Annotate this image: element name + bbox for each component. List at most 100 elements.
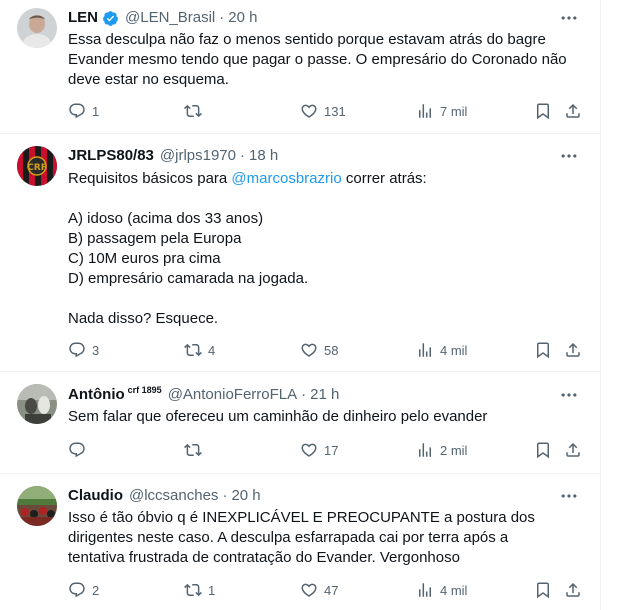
display-name-suffix: crf 1895 <box>127 385 162 395</box>
views-button[interactable]: 4 mil <box>416 340 467 360</box>
timeline: LEN @LEN_Brasil · 20 h Essa desculpa não… <box>0 0 601 610</box>
separator-dot: · <box>219 9 225 26</box>
views-button[interactable]: 2 mil <box>416 440 467 460</box>
share-button[interactable] <box>564 580 582 600</box>
views-button[interactable]: 7 mil <box>416 101 467 121</box>
view-count: 7 mil <box>440 103 468 119</box>
share-button[interactable] <box>564 440 582 460</box>
tweet-reply[interactable]: LEN @LEN_Brasil · 20 h Essa desculpa não… <box>0 0 601 134</box>
retweet-button[interactable]: 1 <box>184 580 215 600</box>
share-button[interactable] <box>564 340 582 360</box>
views-icon <box>416 102 434 120</box>
mention-link[interactable]: @marcosbrazrio <box>231 170 341 187</box>
timestamp[interactable]: 21 h <box>310 385 339 405</box>
display-name[interactable]: Claudio <box>68 486 123 506</box>
tweet-text: Essa desculpa não faz o menos sentido po… <box>68 31 567 88</box>
like-button[interactable]: 131 <box>300 101 346 121</box>
user-handle[interactable]: @jrlps1970 <box>160 146 236 166</box>
like-count: 58 <box>324 342 339 358</box>
avatar[interactable]: CRF <box>17 146 57 186</box>
avatar[interactable] <box>17 384 57 424</box>
like-button[interactable]: 17 <box>300 440 338 460</box>
display-name[interactable]: JRLPS80/83 <box>68 146 154 166</box>
avatar[interactable] <box>17 8 57 48</box>
reply-count: 3 <box>92 342 100 358</box>
verified-badge-icon[interactable] <box>102 10 119 27</box>
bookmark-button[interactable] <box>534 340 552 360</box>
retweet-count: 1 <box>208 582 216 598</box>
timestamp[interactable]: 18 h <box>249 146 278 166</box>
tweet-text: Isso é tão óbvio q é INEXPLICÁVEL E PREO… <box>68 509 535 566</box>
user-handle[interactable]: @AntonioFerroFLA <box>168 385 297 405</box>
bookmark-button[interactable] <box>534 101 552 121</box>
retweet-button[interactable] <box>184 440 208 460</box>
reply-button[interactable]: 1 <box>68 101 99 121</box>
retweet-button[interactable] <box>184 101 208 121</box>
timestamp[interactable]: 20 h <box>228 8 257 28</box>
action-bar: 3 4 58 4 mil <box>68 340 588 360</box>
like-button[interactable]: 47 <box>300 580 338 600</box>
text-prefix: Requisitos básicos para <box>68 170 232 187</box>
bookmark-button[interactable] <box>534 580 552 600</box>
action-bar: 17 2 mil <box>68 440 588 460</box>
view-count: 4 mil <box>440 342 468 358</box>
share-icon <box>564 441 582 459</box>
retweet-icon <box>184 341 202 359</box>
reply-button[interactable]: 3 <box>68 340 99 360</box>
action-bar: 2 1 47 4 mil <box>68 580 588 600</box>
bookmark-button[interactable] <box>534 440 552 460</box>
tweet-reply[interactable]: CRF JRLPS80/83 @jrlps1970 · 18 h Requisi… <box>0 134 601 372</box>
more-icon[interactable] <box>559 385 579 405</box>
share-icon <box>564 102 582 120</box>
reply-count: 1 <box>92 103 100 119</box>
like-icon <box>300 441 318 459</box>
display-name[interactable]: Antônio <box>68 385 125 405</box>
avatar-photo <box>17 384 57 424</box>
more-icon[interactable] <box>559 146 579 166</box>
bookmark-icon <box>534 581 552 599</box>
views-button[interactable]: 4 mil <box>416 580 467 600</box>
reply-button[interactable]: 2 <box>68 580 99 600</box>
share-icon <box>564 581 582 599</box>
tweet-reply[interactable]: Antônio crf 1895 @AntonioFerroFLA · 21 h… <box>0 372 601 474</box>
timestamp[interactable]: 20 h <box>231 486 260 506</box>
display-name[interactable]: LEN <box>68 8 98 28</box>
reply-button[interactable] <box>68 440 92 460</box>
bookmark-icon <box>534 102 552 120</box>
user-handle[interactable]: @LEN_Brasil <box>125 8 215 28</box>
tweet-text: Requisitos básicos para @marcosbrazrio c… <box>68 169 588 329</box>
like-button[interactable]: 58 <box>300 340 338 360</box>
like-count: 47 <box>324 582 339 598</box>
separator-dot: · <box>301 386 307 403</box>
tweet-reply[interactable]: Claudio @lccsanches · 20 h Isso é tão ób… <box>0 474 601 610</box>
view-count: 2 mil <box>440 442 468 458</box>
bookmark-icon <box>534 441 552 459</box>
view-count: 4 mil <box>440 582 468 598</box>
svg-text:CRF: CRF <box>27 163 47 173</box>
retweet-icon <box>184 581 202 599</box>
user-handle[interactable]: @lccsanches <box>129 486 218 506</box>
retweet-count: 4 <box>208 342 216 358</box>
action-bar: 1 131 7 mil <box>68 101 588 121</box>
like-icon <box>300 102 318 120</box>
avatar-photo <box>17 8 57 48</box>
retweet-icon <box>184 441 202 459</box>
views-icon <box>416 581 434 599</box>
reply-icon <box>68 441 86 459</box>
more-icon[interactable] <box>559 8 579 28</box>
avatar[interactable] <box>17 486 57 526</box>
reply-count: 2 <box>92 582 100 598</box>
reply-icon <box>68 341 86 359</box>
separator-dot: · <box>222 487 228 504</box>
retweet-button[interactable]: 4 <box>184 340 215 360</box>
views-icon <box>416 441 434 459</box>
retweet-icon <box>184 102 202 120</box>
separator-dot: · <box>240 147 245 164</box>
share-button[interactable] <box>564 101 582 121</box>
more-icon[interactable] <box>559 486 579 506</box>
avatar-photo <box>17 486 57 526</box>
tweet-text: Sem falar que ofereceu um caminhão de di… <box>68 408 488 425</box>
text-suffix: correr atrás: A) idoso (acima dos 33 ano… <box>68 170 427 327</box>
reply-icon <box>68 102 86 120</box>
like-count: 17 <box>324 442 339 458</box>
